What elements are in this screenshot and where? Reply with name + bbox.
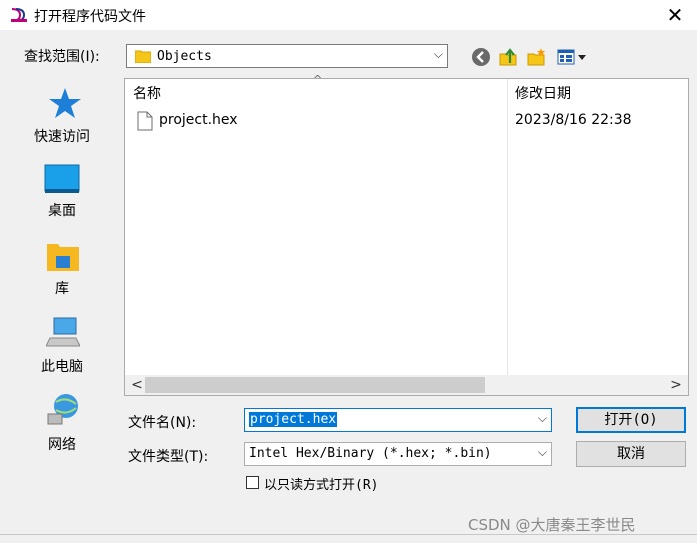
column-header-modified[interactable]: 修改日期	[515, 83, 571, 103]
filetype-value: Intel Hex/Binary (*.hex; *.bin)	[249, 446, 492, 461]
chevron-down-icon: ⌵	[537, 445, 547, 459]
file-name: project.hex	[159, 112, 238, 128]
horizontal-scrollbar[interactable]: < >	[125, 375, 688, 395]
sort-ascending-icon: ^	[313, 73, 323, 86]
title-bar: 打开程序代码文件 ✕	[0, 0, 697, 30]
place-network[interactable]: 网络	[4, 392, 120, 466]
place-label: 网络	[48, 437, 76, 453]
filetype-label: 文件类型(T):	[128, 449, 209, 465]
readonly-label[interactable]: 以只读方式打开(R)	[264, 474, 378, 493]
readonly-checkbox[interactable]	[246, 476, 259, 489]
filetype-dropdown[interactable]: Intel Hex/Binary (*.hex; *.bin) ⌵	[244, 442, 552, 466]
desktop-icon	[44, 164, 80, 193]
place-desktop[interactable]: 桌面	[4, 162, 120, 236]
network-icon	[47, 394, 78, 425]
chevron-down-icon: ⌵	[433, 47, 443, 61]
app-icon	[11, 8, 27, 22]
watermark: CSDN @大唐秦王李世民	[468, 516, 636, 534]
chevron-down-icon[interactable]: ⌵	[538, 411, 547, 426]
folder-icon	[135, 50, 151, 63]
file-list[interactable]: ^ 名称 修改日期 project.hex 2023/8/16 22:38 < …	[124, 73, 689, 396]
place-label: 快速访问	[34, 129, 90, 145]
filename-label: 文件名(N):	[128, 415, 197, 431]
view-menu-icon[interactable]	[556, 46, 588, 68]
filename-input[interactable]: project.hex ⌵	[244, 408, 552, 432]
place-quick-access[interactable]: 快速访问	[4, 82, 120, 156]
close-button[interactable]: ✕	[653, 0, 697, 30]
look-in-label: 查找范围(I):	[24, 49, 100, 65]
column-header-name[interactable]: 名称	[133, 83, 161, 103]
scroll-right-arrow[interactable]: >	[668, 375, 684, 395]
library-icon	[47, 244, 79, 271]
place-label: 桌面	[48, 203, 76, 219]
place-library[interactable]: 库	[4, 238, 120, 312]
new-folder-icon[interactable]	[526, 46, 548, 68]
column-divider[interactable]	[507, 79, 508, 375]
look-in-value: Objects	[157, 49, 212, 64]
scrollbar-thumb[interactable]	[145, 377, 485, 393]
look-in-dropdown[interactable]: Objects ⌵	[126, 44, 448, 68]
scroll-left-arrow[interactable]: <	[129, 375, 145, 395]
open-button[interactable]: 打开(O)	[576, 407, 686, 433]
filename-value: project.hex	[249, 412, 338, 427]
star-icon	[49, 88, 81, 118]
place-label: 此电脑	[41, 359, 83, 375]
places-bar: 快速访问 桌面 库 此电脑 网络	[4, 78, 120, 530]
place-label: 库	[55, 281, 69, 297]
file-modified-date: 2023/8/16 22:38	[515, 112, 632, 128]
cancel-button[interactable]: 取消	[576, 441, 686, 467]
back-icon[interactable]	[470, 46, 492, 68]
place-this-pc[interactable]: 此电脑	[4, 316, 120, 390]
file-row[interactable]: project.hex	[131, 111, 381, 133]
file-icon	[137, 111, 153, 131]
window-title: 打开程序代码文件	[34, 9, 146, 25]
computer-icon	[46, 317, 80, 347]
up-folder-icon[interactable]	[498, 46, 520, 68]
